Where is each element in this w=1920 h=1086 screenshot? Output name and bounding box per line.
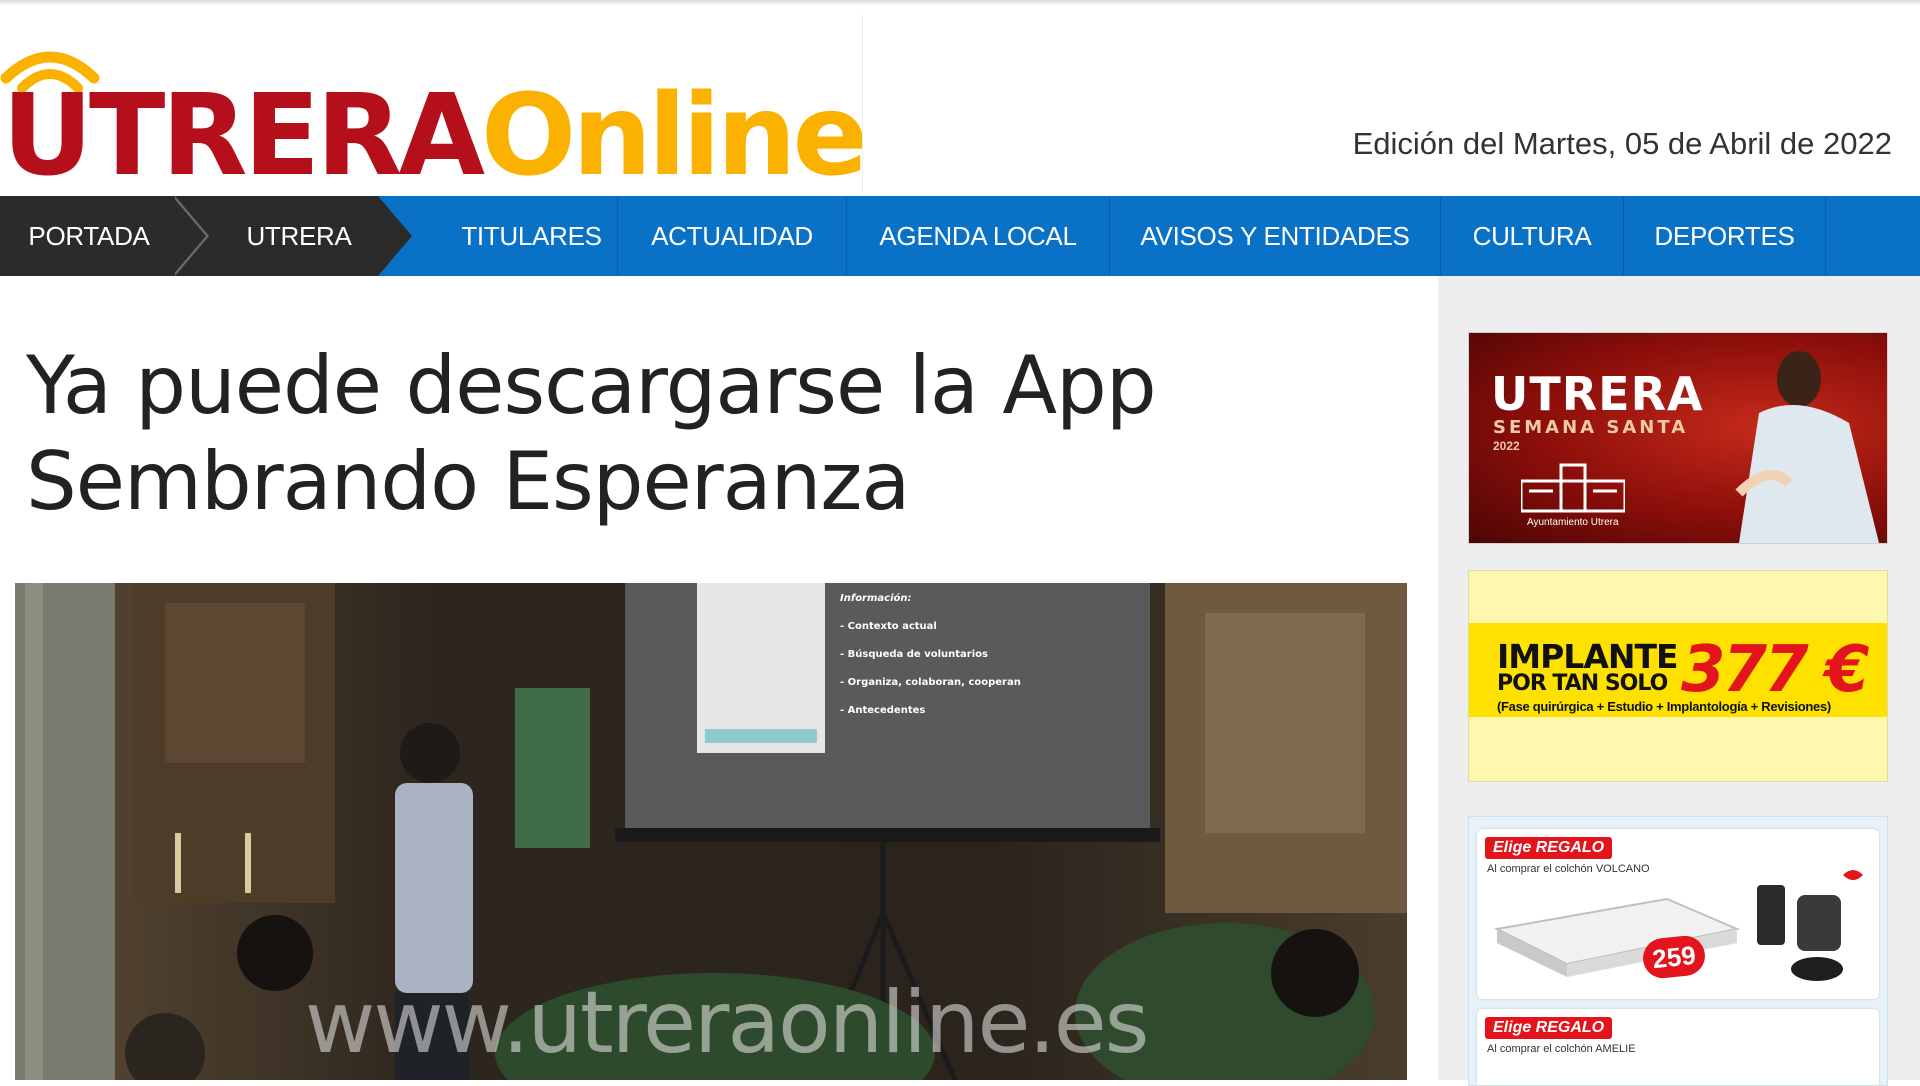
ad-semana-santa[interactable]: UTRERA SEMANA SANTA 2022 Ayuntamiento Ut…	[1468, 332, 1888, 544]
ad-year: 2022	[1493, 439, 1520, 453]
ad-colchones[interactable]: Elige REGALO Al comprar el colchón VOLCA…	[1468, 816, 1888, 1086]
site-logo[interactable]: UTRERAOnline	[0, 28, 868, 192]
screen-bullet: - Antecedentes	[840, 705, 926, 716]
ad-offer-card: Elige REGALO Al comprar el colchón AMELI…	[1477, 1009, 1879, 1085]
ad-implante[interactable]: IMPLANTE POR TAN SOLO 377 € (Fase quirúr…	[1468, 570, 1888, 782]
sidebar: UTRERA SEMANA SANTA 2022 Ayuntamiento Ut…	[1438, 276, 1920, 1086]
nav-item-avisos-y-entidades[interactable]: AVISOS Y ENTIDADES	[1110, 196, 1441, 276]
nav-label-portada: PORTADA	[28, 220, 150, 251]
ad-note: (Fase quirúrgica + Estudio + Implantolog…	[1497, 699, 1831, 714]
ad-offer-subtitle: Al comprar el colchón VOLCANO	[1487, 863, 1650, 875]
ad-tag: Elige REGALO	[1485, 1017, 1613, 1039]
christ-figure-icon	[1735, 351, 1879, 543]
ad-organization: Ayuntamiento Utrera	[1527, 517, 1619, 528]
article-photo[interactable]: Información: - Contexto actual - Búsqued…	[15, 583, 1407, 1080]
screen-bullet: - Organiza, colaboran, cooperan	[840, 677, 1021, 688]
mattress-icon	[1493, 897, 1741, 977]
nav-item-actualidad[interactable]: ACTUALIDAD	[618, 196, 847, 276]
nav-label-utrera: UTRERA	[246, 220, 352, 251]
article-main: Ya puede descargarse la App Sembrando Es…	[0, 276, 1438, 1080]
nav-item-deportes[interactable]: DEPORTES	[1624, 196, 1826, 276]
nav-item-portada[interactable]: PORTADA	[0, 196, 209, 276]
edition-date: Edición del Martes, 05 de Abril de 2022	[1352, 126, 1892, 161]
ad-line-2: POR TAN SOLO	[1497, 671, 1668, 696]
ad-offer-subtitle: Al comprar el colchón AMELIE	[1487, 1043, 1636, 1055]
photo-watermark: www.utreraonline.es	[305, 973, 1149, 1073]
breadcrumb-arrow	[172, 196, 206, 276]
article-title: Ya puede descargarse la App Sembrando Es…	[26, 339, 1157, 528]
screen-bullet: - Búsqueda de voluntarios	[840, 649, 988, 660]
breadcrumb-arrow	[378, 196, 412, 276]
screen-heading: Información:	[840, 593, 912, 604]
main-navigation: PORTADA UTRERA TITULARES ACTUALIDAD AGEN…	[0, 196, 1920, 276]
ad-tag: Elige REGALO	[1485, 837, 1613, 859]
ad-price: 377 €	[1681, 633, 1869, 707]
logo-wordmark: UTRERAOnline	[2, 80, 868, 192]
nav-item-cultura[interactable]: CULTURA	[1441, 196, 1624, 276]
ad-subtitle: SEMANA SANTA	[1493, 417, 1689, 438]
ad-offer-card: Elige REGALO Al comprar el colchón VOLCA…	[1477, 829, 1879, 999]
screen-bullet: - Contexto actual	[840, 621, 937, 632]
ad-title: UTRERA	[1491, 367, 1704, 421]
nav-item-agenda-local[interactable]: AGENDA LOCAL	[847, 196, 1110, 276]
header-divider	[862, 14, 863, 194]
town-hall-icon	[1521, 463, 1625, 513]
logo-online-text: Online	[481, 71, 868, 201]
logo-utrera-text: UTRERA	[2, 71, 485, 201]
appliances-icon	[1757, 870, 1863, 981]
site-header: UTRERAOnline Edición del Martes, 05 de A…	[0, 0, 1920, 196]
